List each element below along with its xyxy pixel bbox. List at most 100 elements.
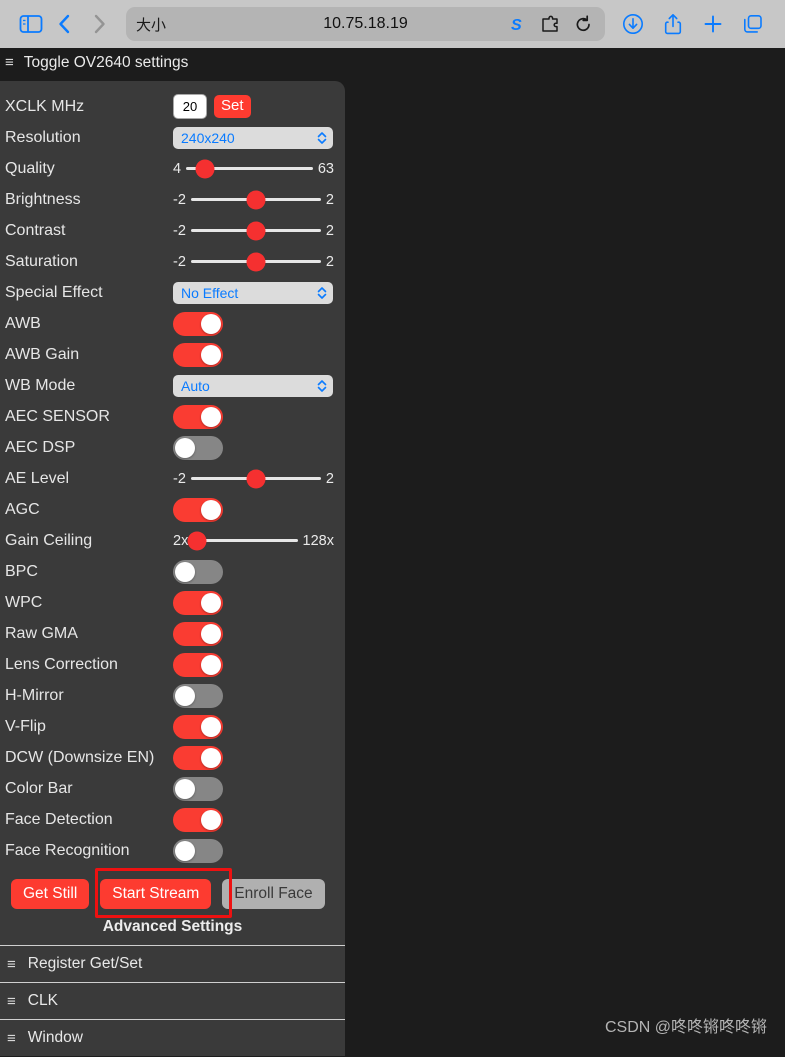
slider-control[interactable]: -2 2 <box>173 190 334 209</box>
setting-label: AWB Gain <box>5 345 80 363</box>
get-still-button[interactable]: Get Still <box>11 879 90 909</box>
section-clk[interactable]: ≡ CLK <box>0 982 345 1019</box>
setting-row-face-recognition: Face Recognition <box>0 835 345 866</box>
select-control[interactable]: 240x240 <box>173 126 333 149</box>
toggle-switch[interactable] <box>173 745 223 770</box>
slider-knob[interactable] <box>246 221 266 240</box>
select-value: Auto <box>181 377 210 394</box>
section-label: Register Get/Set <box>27 955 143 972</box>
reload-icon[interactable] <box>571 11 595 37</box>
select-control[interactable]: No Effect <box>173 281 333 304</box>
slider-control[interactable]: -2 2 <box>173 221 334 240</box>
hamburger-icon[interactable]: ≡ <box>5 55 14 70</box>
toggle-switch[interactable] <box>173 590 223 615</box>
sidebar-icon[interactable] <box>14 7 48 41</box>
setting-row-v-flip: V-Flip <box>0 711 345 742</box>
select-value: 240x240 <box>181 129 235 146</box>
toggle-switch[interactable] <box>173 559 223 584</box>
slider-track[interactable] <box>190 221 321 240</box>
toggle-switch[interactable] <box>173 435 223 460</box>
slider-knob[interactable] <box>195 159 215 178</box>
toggle-switch[interactable] <box>173 652 223 677</box>
toggle-switch[interactable] <box>173 497 223 522</box>
slider-knob[interactable] <box>246 469 266 488</box>
chevron-updown-icon <box>316 130 328 146</box>
slider-max-label: 2 <box>325 191 334 208</box>
hamburger-icon: ≡ <box>7 992 16 1010</box>
toggle-switch[interactable] <box>173 807 223 832</box>
slider-track[interactable] <box>190 252 321 271</box>
setting-label: H-Mirror <box>5 686 64 704</box>
section-window[interactable]: ≡ Window <box>0 1019 345 1056</box>
toggle-knob <box>201 592 221 613</box>
toggle-knob <box>201 499 221 520</box>
chevron-updown-icon <box>316 378 328 394</box>
setting-control <box>173 494 334 525</box>
toggle-switch[interactable] <box>173 714 223 739</box>
slider-control[interactable]: -2 2 <box>173 469 334 488</box>
download-icon[interactable] <box>615 7 651 41</box>
setting-control: 240x240 <box>173 122 334 153</box>
setting-label: WB Mode <box>5 376 76 394</box>
slider-track[interactable] <box>190 469 321 488</box>
setting-row-resolution: Resolution 240x240 <box>0 122 345 153</box>
slider-knob[interactable] <box>246 190 266 209</box>
toggle-switch[interactable] <box>173 776 223 801</box>
toggle-switch[interactable] <box>173 404 223 429</box>
address-bar-left-label: 大小 <box>136 16 167 34</box>
setting-control <box>173 804 334 835</box>
slider-knob[interactable] <box>246 252 266 271</box>
puzzle-piece-icon[interactable] <box>538 11 562 37</box>
toggle-switch[interactable] <box>173 621 223 646</box>
share-icon[interactable] <box>655 7 691 41</box>
setting-row-h-mirror: H-Mirror <box>0 680 345 711</box>
slider-track[interactable] <box>190 190 321 209</box>
setting-control: -2 2 <box>173 215 334 246</box>
setting-row-color-bar: Color Bar <box>0 773 345 804</box>
setting-label: Quality <box>5 159 55 177</box>
setting-label: Lens Correction <box>5 655 118 673</box>
back-button[interactable] <box>48 7 82 41</box>
setting-control <box>173 773 334 804</box>
slider-min-label: -2 <box>173 253 186 270</box>
start-stream-button[interactable]: Start Stream <box>100 879 212 909</box>
xclk-label: XCLK MHz <box>5 97 85 115</box>
address-bar[interactable]: 大小 10.75.18.19 S <box>126 7 605 41</box>
setting-control <box>173 618 334 649</box>
setting-control: No Effect <box>173 277 334 308</box>
setting-row-contrast: Contrast -2 2 <box>0 215 345 246</box>
toggle-switch[interactable] <box>173 311 223 336</box>
setting-row-aec-dsp: AEC DSP <box>0 432 345 463</box>
setting-row-lens-correction: Lens Correction <box>0 649 345 680</box>
s-logo-icon[interactable]: S <box>505 11 529 37</box>
setting-control <box>173 432 334 463</box>
tabs-icon[interactable] <box>735 7 771 41</box>
toggle-knob <box>201 809 221 830</box>
toggle-switch[interactable] <box>173 342 223 367</box>
setting-control <box>173 835 334 866</box>
plus-icon[interactable] <box>695 7 731 41</box>
slider-knob[interactable] <box>187 531 207 550</box>
select-control[interactable]: Auto <box>173 374 333 397</box>
toggle-knob <box>175 437 195 458</box>
setting-row-aec-sensor: AEC SENSOR <box>0 401 345 432</box>
slider-control[interactable]: 4 63 <box>173 159 334 178</box>
setting-row-face-detection: Face Detection <box>0 804 345 835</box>
slider-track[interactable] <box>186 159 313 178</box>
toggle-switch[interactable] <box>173 683 223 708</box>
slider-min-label: -2 <box>173 470 186 487</box>
xclk-set-button[interactable]: Set <box>214 95 251 118</box>
toggle-switch[interactable] <box>173 838 223 863</box>
setting-control <box>173 401 334 432</box>
slider-control[interactable]: -2 2 <box>173 252 334 271</box>
toggle-knob <box>175 561 195 582</box>
section-register-get-set[interactable]: ≡ Register Get/Set <box>0 945 345 982</box>
setting-control: Auto <box>173 370 334 401</box>
xclk-input[interactable] <box>173 94 207 119</box>
slider-track[interactable] <box>187 531 298 550</box>
setting-label: WPC <box>5 593 43 611</box>
toggle-knob <box>201 654 221 675</box>
slider-max-label: 2 <box>325 253 334 270</box>
slider-control[interactable]: 2x 128x <box>173 531 334 550</box>
chevron-updown-icon <box>316 285 328 301</box>
